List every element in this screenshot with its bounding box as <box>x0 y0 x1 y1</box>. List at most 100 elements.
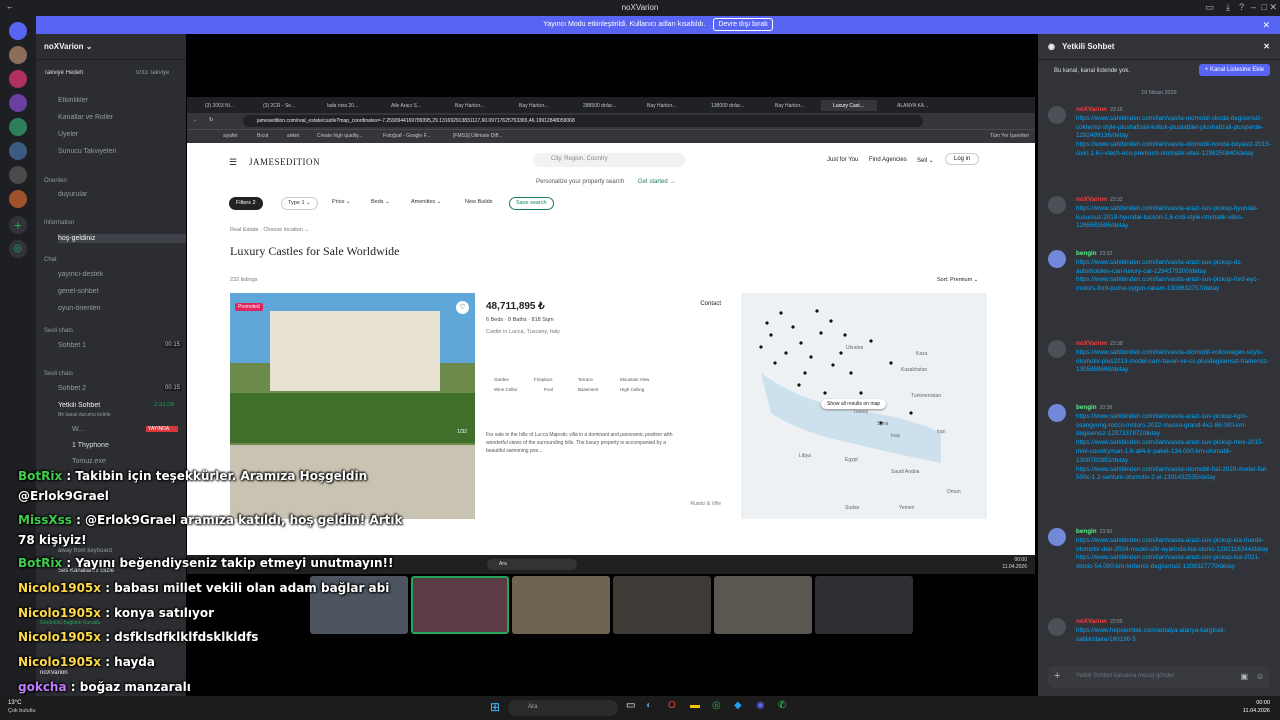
bookmark[interactable]: siyafet <box>223 133 237 139</box>
boost-goal-count[interactable]: 0/33 Takviye <box>136 70 176 76</box>
message-link[interactable]: https://www.sahibinden.com/ilan/vasita-a… <box>1076 439 1264 464</box>
server-icon[interactable] <box>9 46 27 64</box>
bookmark[interactable]: [FMSS] Ultimate Diff... <box>453 133 502 139</box>
close-icon[interactable]: ✕ <box>1262 16 1270 34</box>
message-link[interactable]: https://www.sahibinden.com/ilan/vasita-a… <box>1076 413 1248 438</box>
app-icon[interactable]: ◆ <box>734 700 742 711</box>
server-icon[interactable] <box>9 118 27 136</box>
site-logo[interactable]: JAMESEDITION <box>249 157 320 167</box>
browser-tab[interactable]: Bay Harbor... <box>635 100 691 111</box>
message-input-box[interactable]: + Yetkili Sohbet kanalına mesaj gönder ▣… <box>1048 666 1270 688</box>
avatar[interactable] <box>1048 250 1066 268</box>
sidebar-item-events[interactable]: Etkinlikler <box>58 97 196 104</box>
help-icon[interactable]: ? <box>1239 2 1244 12</box>
sort-dropdown[interactable]: Sort: Premium ⌄ <box>937 277 978 283</box>
discord-icon[interactable]: ◉ <box>756 700 765 711</box>
edge-icon[interactable]: ◐ <box>646 700 652 711</box>
windows-start-icon[interactable]: ⊞ <box>490 700 500 714</box>
inbox-icon[interactable]: ▭ <box>1205 2 1214 13</box>
message-input-placeholder[interactable]: Yetkili Sohbet kanalına mesaj gönder <box>1076 673 1175 679</box>
message-author[interactable]: noXVarion <box>1076 196 1107 203</box>
sidebar-item-server-boosts[interactable]: Sunucu Takviyeleri <box>58 148 196 155</box>
message-link[interactable]: https://www.sahibinden.com/ilan/vasita-o… <box>1076 141 1271 157</box>
avatar[interactable] <box>1048 404 1066 422</box>
message-link[interactable]: https://www.sahibinden.com/ilan/vasita-a… <box>1076 205 1258 230</box>
breadcrumb[interactable]: Real Estate · Choose location ⌄ <box>230 227 309 233</box>
type-filter[interactable]: Type 1 ⌄ <box>281 197 318 210</box>
browser-tab[interactable]: 138000 dolar... <box>699 100 755 111</box>
maximize-icon[interactable]: □ <box>1262 2 1267 12</box>
emoji-icon[interactable]: ☺ <box>1256 672 1264 681</box>
channel-genel-sohbet[interactable]: genel-sohbet <box>58 288 196 295</box>
message-author[interactable]: bengin <box>1076 528 1097 535</box>
disable-streamer-mode-button[interactable]: Devre dışı bırak <box>713 18 773 31</box>
whatsapp-icon[interactable]: ✆ <box>778 700 786 711</box>
chrome-icon[interactable]: ◎ <box>712 700 721 711</box>
menu-icon[interactable]: ☰ <box>229 157 237 168</box>
opera-icon[interactable]: O <box>668 700 676 711</box>
browser-tab[interactable]: Bay Harbor... <box>763 100 819 111</box>
bookmark[interactable]: anket <box>287 133 299 139</box>
message-author[interactable]: bengin <box>1076 404 1097 411</box>
browser-tab[interactable]: 288500 dolar... <box>571 100 627 111</box>
attach-plus-icon[interactable]: + <box>1054 670 1060 682</box>
server-icon[interactable] <box>9 190 27 208</box>
browser-tab[interactable]: lada niva 20... <box>315 100 371 111</box>
video-tile[interactable] <box>411 576 509 634</box>
contact-button[interactable]: Contact <box>700 301 721 307</box>
browser-tab[interactable]: Aile Aracı S... <box>379 100 435 111</box>
channel-duyurular[interactable]: duyurular <box>58 191 196 198</box>
browser-tab[interactable]: Bay Harbor... <box>507 100 563 111</box>
add-to-list-button[interactable]: + Kanal Listesine Ekle <box>1198 64 1270 76</box>
task-view-icon[interactable]: ▭ <box>626 700 635 711</box>
message-link[interactable]: https://www.sahibinden.com/ilan/vasita-a… <box>1076 537 1268 553</box>
channel-hos-geldiniz[interactable]: hoş-geldiniz <box>58 234 196 243</box>
close-icon[interactable]: ✕ <box>1263 42 1270 51</box>
avatar[interactable] <box>1048 618 1066 636</box>
category-onerilen[interactable]: Önerilen <box>44 178 67 184</box>
location-search-input[interactable]: City, Region, Country <box>533 153 685 167</box>
channel-status[interactable]: Bir kanal durumu belirle <box>58 412 196 418</box>
weather-desc[interactable]: Çok bulutlu <box>8 708 36 714</box>
nav-sell[interactable]: Sell ⌄ <box>917 157 934 164</box>
message-link[interactable]: https://www.sahibinden.com/ilan/vasita-a… <box>1076 259 1243 275</box>
server-header[interactable]: noXVarion ⌄ <box>36 34 186 60</box>
message-author[interactable]: noXVarion <box>1076 340 1107 347</box>
browser-tab[interactable]: (3) 2CR - Se... <box>251 100 307 111</box>
message-link[interactable]: https://www.sahibinden.com/ilan/vasita-o… <box>1076 115 1263 140</box>
message-author[interactable]: bengin <box>1076 250 1097 257</box>
file-explorer-icon[interactable]: ▬ <box>690 700 700 711</box>
category-voice-1[interactable]: Sesli chats <box>44 328 73 334</box>
nav-just-for-you[interactable]: Just for You <box>827 157 858 163</box>
channel-oyun-onerileri[interactable]: oyun-önerileri <box>58 305 196 312</box>
explore-icon[interactable]: ◎ <box>9 240 27 258</box>
minimize-icon[interactable]: – <box>1251 2 1256 12</box>
price-filter[interactable]: Price ⌄ <box>326 197 357 210</box>
message-link[interactable]: https://www.sahibinden.com/ilan/vasita-a… <box>1076 554 1260 570</box>
category-voice-2[interactable]: Sesli chats <box>44 371 73 377</box>
show-on-map-button[interactable]: Show all results on map <box>821 399 887 409</box>
taskbar-search-input[interactable]: Ara <box>508 700 618 716</box>
favorite-heart-icon[interactable]: ♡ <box>456 301 469 314</box>
avatar[interactable] <box>1048 106 1066 124</box>
browser-tab[interactable]: Bay Harbor... <box>443 100 499 111</box>
browser-tab[interactable]: (3) 2003 Ni... <box>193 100 249 111</box>
video-tile[interactable] <box>613 576 711 634</box>
beds-filter[interactable]: Beds ⌄ <box>365 197 396 210</box>
sidebar-item-channels-roles[interactable]: Kanallar ve Roller <box>58 114 196 121</box>
browser-tab-active[interactable]: Luxury Cast... <box>821 100 877 111</box>
results-map[interactable]: Kaza Ukraine Kazakhstan Turkmenistan Tur… <box>741 293 987 519</box>
message-link[interactable]: https://www.hepsiemlak.com/antalya-alany… <box>1076 627 1226 643</box>
login-button[interactable]: Log in <box>945 153 980 165</box>
message-link[interactable]: https://www.sahibinden.com/ilan/vasita-o… <box>1076 349 1269 374</box>
message-link[interactable]: https://www.sahibinden.com/ilan/vasita-o… <box>1076 466 1268 482</box>
url-input[interactable]: jamesedition.com/real_estate/castle?map_… <box>243 115 923 127</box>
add-server-icon[interactable]: + <box>9 216 27 234</box>
discord-home-icon[interactable] <box>9 22 27 40</box>
message-link[interactable]: https://www.sahibinden.com/ilan/vasita-a… <box>1076 276 1259 292</box>
bookmark[interactable]: Fotoğraf - Google F... <box>383 133 430 139</box>
new-builds-filter[interactable]: New Builds <box>459 197 499 210</box>
video-tile[interactable] <box>714 576 812 634</box>
avatar[interactable] <box>1048 528 1066 546</box>
nav-find-agencies[interactable]: Find Agencies <box>869 157 907 163</box>
